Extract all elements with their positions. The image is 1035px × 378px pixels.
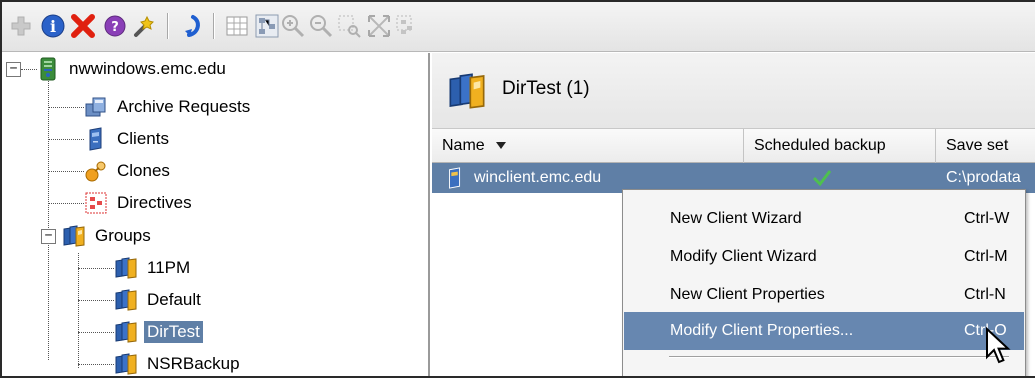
toolbar-separator [213,13,215,39]
group-icon [449,73,485,109]
info-icon[interactable]: i [40,13,66,39]
menu-item-shortcut: Ctrl-W [964,210,1010,227]
tree-connector [78,253,79,368]
zoom-in-icon[interactable] [280,13,306,39]
context-menu: New Client Wizard Ctrl-W Modify Client W… [622,189,1026,376]
navigation-tree: − nwwindows.emc.edu Archive Requests Cli… [2,53,430,376]
wand-icon[interactable] [132,13,158,39]
tree-root-item[interactable]: nwwindows.emc.edu [36,53,229,85]
zoom-out-icon[interactable] [308,13,334,39]
group-icon [115,353,137,375]
detail-title: DirTest (1) [502,78,590,99]
tree-connector [78,300,114,301]
tree-connector [48,139,84,140]
column-header-label: Save set [946,137,1009,154]
tree-item-label: 11PM [147,258,191,277]
table-view-icon[interactable] [224,13,250,39]
sort-descending-icon [495,142,506,149]
tree-item-group-11pm[interactable]: 11PM [114,252,193,284]
column-header-save-set[interactable]: Save set [936,129,1035,163]
tree-item-label: NSRBackup [147,354,240,373]
menu-item-label: New Client Wizard [670,210,802,227]
tree-item-label: Groups [95,226,151,245]
menu-item-new-client-properties[interactable]: New Client Properties Ctrl-N [624,276,1024,314]
menu-item-label: Modify Client Wizard [670,248,817,265]
column-header-scheduled-backup[interactable]: Scheduled backup [744,129,936,163]
client-name: winclient.emc.edu [474,169,602,186]
tree-item-label: Archive Requests [117,97,251,116]
group-icon [115,321,137,343]
menu-item-shortcut: Ctrl-M [964,248,1008,265]
tree-item-clients[interactable]: Clients [84,123,172,155]
detail-header: DirTest (1) [432,53,1035,129]
tree-item-label: Directives [117,193,192,212]
tree-connector [78,364,114,365]
menu-separator [669,356,1009,358]
client-icon [449,167,461,189]
help-icon[interactable]: ? [102,13,128,39]
tree-item-clones[interactable]: Clones [84,155,173,187]
application-window: i ? − nwwindows.emc.edu Archive Requests… [0,0,1035,378]
checkmark-icon [812,170,832,187]
directives-icon [85,192,107,214]
menu-item-label: Modify Client Properties... [670,322,854,339]
column-header-label: Name [442,137,485,154]
tree-item-group-nsrbackup[interactable]: NSRBackup [114,348,243,376]
collapse-groups-icon[interactable]: − [41,229,56,244]
column-header-row: Name Scheduled backup Save set [432,129,1035,163]
delete-icon[interactable] [70,13,96,39]
groups-icon [63,225,85,247]
tree-item-label: Clones [117,161,170,180]
zoom-area-icon[interactable] [336,13,362,39]
column-header-name[interactable]: Name [432,129,744,163]
fit-icon[interactable] [366,13,392,39]
tree-connector [48,203,84,204]
tree-connector [48,171,84,172]
tree-root-label: nwwindows.emc.edu [69,59,226,78]
tree-item-group-default[interactable]: Default [114,284,204,316]
mouse-cursor-icon [986,327,1011,364]
group-icon [115,257,137,279]
tree-view-icon[interactable] [254,13,280,39]
refresh-icon[interactable] [178,13,204,39]
tree-connector [48,107,84,108]
tree-connector [48,79,49,360]
archive-requests-icon [85,97,106,117]
server-icon [40,57,56,81]
collapse-root-icon[interactable]: − [6,62,21,77]
menu-item-modify-client-properties[interactable]: Modify Client Properties... Ctrl-O [624,312,1024,350]
tree-item-label: Clients [117,129,169,148]
tree-item-groups[interactable]: Groups [62,220,154,252]
client-icon [89,127,102,151]
toolbar: i ? [2,2,1035,52]
overview-icon[interactable] [394,13,420,39]
add-icon[interactable] [8,13,34,39]
svg-text:i: i [50,17,56,36]
menu-item-shortcut: Ctrl-N [964,286,1006,303]
menu-item-new-client-wizard[interactable]: New Client Wizard Ctrl-W [624,200,1024,238]
menu-item-label: New Client Properties [670,286,825,303]
tree-item-directives[interactable]: Directives [84,187,195,219]
toolbar-separator [167,13,169,39]
menu-item-modify-client-wizard[interactable]: Modify Client Wizard Ctrl-M [624,238,1024,276]
column-header-label: Scheduled backup [754,137,886,154]
save-set-value: C:\prodata [946,169,1021,186]
tree-item-group-dirtest[interactable]: DirTest [114,316,203,348]
tree-item-archive-requests[interactable]: Archive Requests [84,91,253,123]
tree-item-label: Default [147,290,201,309]
tree-item-label-selected: DirTest [144,321,203,343]
clones-icon [85,161,106,182]
tree-connector [78,332,114,333]
tree-connector [78,268,114,269]
group-icon [115,289,137,311]
svg-text:?: ? [111,20,119,35]
tree-connector [21,69,37,70]
